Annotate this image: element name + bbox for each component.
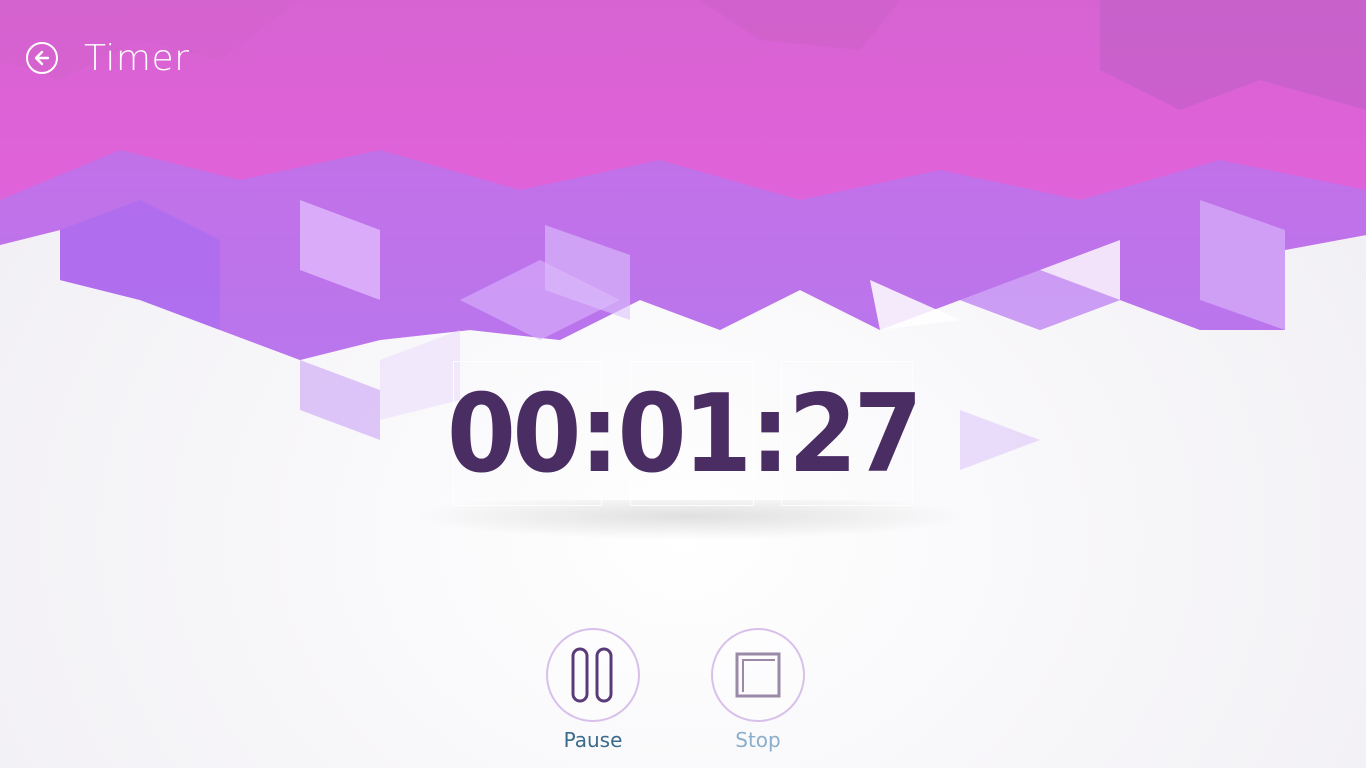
timer-separator-2: :: [750, 371, 790, 497]
back-arrow-icon[interactable]: [26, 42, 58, 74]
stop-button[interactable]: Stop: [711, 628, 805, 752]
timer-digits: 00 : 01 : 27: [447, 361, 923, 507]
stop-icon: [735, 652, 781, 698]
timer-hours: 00: [446, 371, 582, 497]
page-title: Timer: [84, 37, 190, 79]
app-header: Timer: [26, 36, 189, 80]
pause-button[interactable]: Pause: [546, 628, 640, 752]
pause-icon: [571, 647, 613, 703]
stop-label: Stop: [735, 728, 781, 752]
stop-circle[interactable]: [711, 628, 805, 722]
timer-controls: Pause Stop: [0, 628, 1366, 758]
timer-display: 00 : 01 : 27: [447, 361, 923, 507]
timer-minutes: 01: [617, 371, 753, 497]
pause-label: Pause: [563, 728, 623, 752]
timer-separator-1: :: [579, 371, 620, 497]
pause-circle[interactable]: [546, 628, 640, 722]
timer-seconds: 27: [788, 371, 923, 497]
